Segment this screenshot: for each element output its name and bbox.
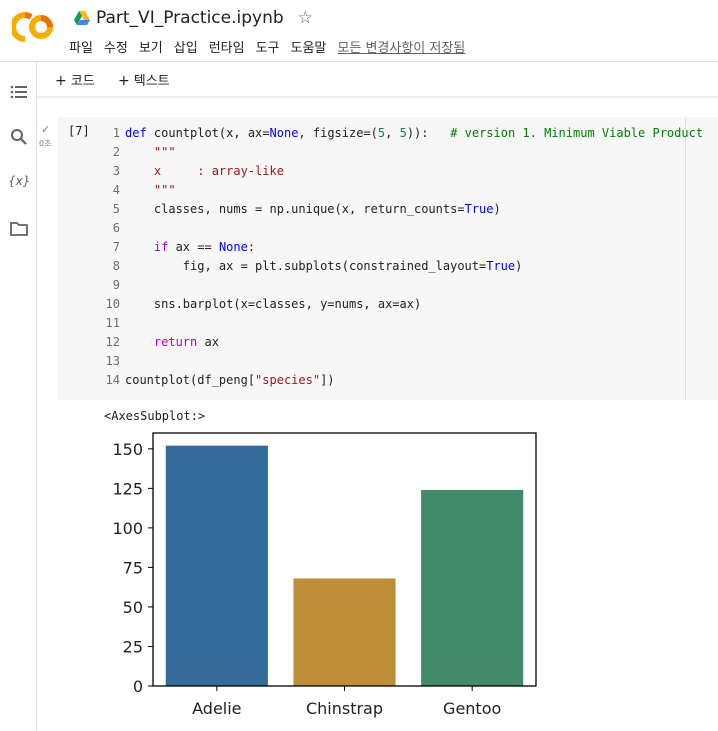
- code-line: 6: [100, 219, 703, 238]
- y-tick-label: 150: [112, 440, 143, 459]
- menu-bar: 파일 수정 보기 삽입 런타임 도구 도움말 모든 변경사항이 저장됨: [69, 37, 476, 56]
- line-number: 3: [112, 164, 120, 178]
- bar-chinstrap: [293, 578, 396, 686]
- menu-file[interactable]: 파일: [69, 37, 93, 56]
- code-line: 4 """: [100, 181, 703, 200]
- google-drive-icon[interactable]: [74, 11, 90, 25]
- code-line: 11: [100, 314, 703, 333]
- plus-icon: +: [118, 73, 130, 89]
- execution-count: [7]: [68, 124, 90, 138]
- bar-adelie: [165, 445, 268, 686]
- code-line: 1 def countplot(x, ax=None, figsize=(5, 5…: [100, 124, 703, 143]
- code-line: 12 return ax: [100, 333, 703, 352]
- line-number: 5: [112, 202, 120, 216]
- y-tick-label: 0: [133, 677, 143, 696]
- line-number: 1: [112, 126, 120, 140]
- add-text-button[interactable]: + 텍스트: [118, 70, 170, 89]
- y-tick-label: 75: [123, 558, 143, 577]
- code-line: 5 classes, nums = np.unique(x, return_co…: [100, 200, 703, 219]
- files-icon[interactable]: [10, 220, 28, 238]
- colab-logo-icon[interactable]: [12, 12, 54, 42]
- code-text: """: [125, 183, 176, 197]
- line-number: 4: [112, 183, 120, 197]
- x-tick-label: Gentoo: [443, 699, 501, 718]
- left-sidebar: {x}: [0, 62, 37, 731]
- output-repr: <AxesSubplot:>: [104, 409, 206, 423]
- x-tick-label: Adelie: [192, 699, 241, 718]
- table-of-contents-icon[interactable]: [10, 83, 28, 101]
- menu-help[interactable]: 도움말: [291, 37, 327, 56]
- code-editor[interactable]: 1 def countplot(x, ax=None, figsize=(5, 5…: [100, 124, 704, 390]
- line-number: 10: [105, 297, 120, 311]
- line-number: 7: [112, 240, 120, 254]
- line-number: 8: [112, 259, 120, 273]
- code-line: 2 """: [100, 143, 703, 162]
- code-text: def countplot(x, ax=None, figsize=(5, 5)…: [125, 126, 704, 140]
- line-number: 14: [105, 373, 120, 387]
- y-tick-label: 50: [123, 598, 143, 617]
- line-number: 11: [105, 316, 120, 330]
- code-text: countplot(df_peng["species"]): [125, 373, 335, 387]
- code-line: 8 fig, ax = plt.subplots(constrained_lay…: [100, 257, 703, 276]
- code-line: 10 sns.barplot(x=classes, y=nums, ax=ax): [100, 295, 703, 314]
- line-number: 2: [112, 145, 120, 159]
- menu-view[interactable]: 보기: [139, 37, 163, 56]
- plus-icon: +: [55, 73, 67, 89]
- notebook-title[interactable]: Part_VI_Practice.ipynb: [96, 8, 284, 28]
- code-line: 9: [100, 276, 703, 295]
- star-icon[interactable]: ☆: [298, 8, 313, 28]
- menu-edit[interactable]: 수정: [104, 37, 128, 56]
- code-text: classes, nums = np.unique(x, return_coun…: [125, 202, 501, 216]
- saved-status-link[interactable]: 모든 변경사항이 저장됨: [337, 37, 465, 56]
- add-text-label: 텍스트: [133, 74, 170, 89]
- code-text: sns.barplot(x=classes, y=nums, ax=ax): [125, 297, 422, 311]
- code-line: 13: [100, 352, 703, 371]
- cell-toolbar: + 코드 + 텍스트: [37, 62, 718, 97]
- code-text: return ax: [153, 335, 219, 349]
- y-tick-label: 25: [123, 637, 143, 656]
- bar-chart: 0 25 50 75 100 125 150 Adelie Chinstrap Gentoo: [112, 432, 537, 718]
- run-time: 0초: [39, 139, 52, 148]
- x-tick-label: Chinstrap: [306, 699, 383, 718]
- y-tick-label: 125: [112, 479, 143, 498]
- notebook-header: Part_VI_Practice.ipynb ☆ 파일 수정 보기 삽입 런타임…: [0, 0, 718, 62]
- code-text: x : array-like: [125, 164, 284, 178]
- line-number: 6: [112, 221, 120, 235]
- add-code-label: 코드: [70, 74, 95, 89]
- line-number: 12: [105, 335, 120, 349]
- bar-gentoo: [421, 489, 524, 686]
- y-tick-label: 100: [112, 519, 143, 538]
- code-text: fig, ax = plt.subplots(constrained_layou…: [125, 259, 523, 273]
- add-code-button[interactable]: + 코드: [55, 70, 95, 89]
- menu-tools[interactable]: 도구: [256, 37, 280, 56]
- line-number: 9: [112, 278, 120, 292]
- search-icon[interactable]: [10, 128, 28, 146]
- title-row: Part_VI_Practice.ipynb ☆: [74, 6, 313, 30]
- code-text: """: [125, 145, 176, 159]
- code-line: 3 x : array-like: [100, 162, 703, 181]
- code-text: if ax == None:: [153, 240, 256, 254]
- menu-runtime[interactable]: 런타임: [209, 37, 245, 56]
- code-line: 7 if ax == None:: [100, 238, 703, 257]
- menu-insert[interactable]: 삽입: [174, 37, 198, 56]
- run-success-icon[interactable]: ✓: [41, 123, 50, 136]
- code-line: 14 countplot(df_peng["species"]): [100, 371, 703, 390]
- variables-icon[interactable]: {x}: [8, 174, 30, 192]
- line-number: 13: [105, 354, 120, 368]
